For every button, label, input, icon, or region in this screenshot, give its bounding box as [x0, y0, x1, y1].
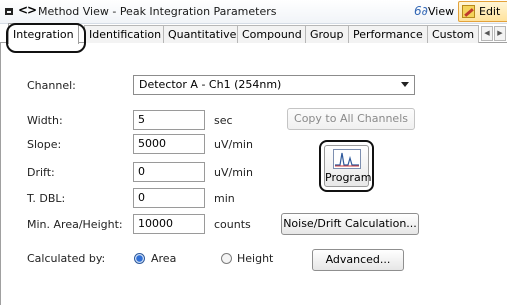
- tab-performance[interactable]: Performance: [348, 25, 428, 43]
- width-label: Width:: [27, 114, 63, 127]
- code-arrows-icon[interactable]: <>: [18, 3, 37, 17]
- area-radio[interactable]: [134, 253, 145, 264]
- tab-scroll-right-icon[interactable]: ▶: [494, 26, 506, 41]
- edit-pencil-icon: [462, 5, 475, 18]
- title-bar: <> Method View - Peak Integration Parame…: [0, 0, 507, 24]
- area-radio-label[interactable]: Area: [151, 252, 176, 265]
- chevron-down-icon: [401, 82, 409, 87]
- noise-drift-calculation-button[interactable]: Noise/Drift Calculation...: [281, 213, 419, 235]
- height-radio[interactable]: [221, 253, 232, 264]
- edit-button[interactable]: Edit: [458, 1, 507, 22]
- copy-to-all-channels-button[interactable]: Copy to All Channels: [287, 108, 415, 130]
- width-unit: sec: [214, 114, 233, 127]
- channel-select[interactable]: Detector A - Ch1 (254nm): [133, 75, 415, 95]
- advanced-button[interactable]: Advanced...: [312, 249, 404, 271]
- program-button-highlight: Program: [319, 140, 374, 192]
- edit-label: Edit: [479, 5, 501, 18]
- height-radio-label[interactable]: Height: [237, 252, 273, 265]
- view-glasses-icon[interactable]: 6∂: [414, 4, 428, 18]
- tdbl-input[interactable]: 0: [133, 188, 205, 208]
- slope-unit: uV/min: [214, 138, 253, 151]
- program-label: Program: [325, 171, 372, 184]
- method-view-window: <> Method View - Peak Integration Parame…: [0, 0, 507, 305]
- tab-integration[interactable]: Integration: [8, 23, 79, 44]
- drift-label: Drift:: [27, 166, 55, 179]
- channel-label: Channel:: [27, 79, 76, 92]
- min-area-label: Min. Area/Height:: [27, 218, 123, 231]
- slope-label: Slope:: [27, 138, 62, 151]
- tab-compound[interactable]: Compound: [237, 25, 307, 43]
- tdbl-label: T. DBL:: [27, 192, 66, 205]
- tab-identification[interactable]: Identification: [84, 25, 167, 43]
- view-button[interactable]: View: [428, 5, 454, 18]
- window-title: Method View - Peak Integration Parameter…: [38, 5, 277, 18]
- tdbl-unit: min: [214, 192, 235, 205]
- chromatogram-icon: [333, 149, 361, 169]
- window-icon: [5, 8, 13, 15]
- width-input[interactable]: 5: [133, 110, 205, 130]
- calculated-by-label: Calculated by:: [27, 252, 106, 265]
- channel-value: Detector A - Ch1 (254nm): [139, 78, 282, 91]
- tab-group[interactable]: Group: [305, 25, 349, 43]
- drift-unit: uV/min: [214, 166, 253, 179]
- tab-quantitative[interactable]: Quantitative: [163, 25, 242, 43]
- program-button[interactable]: Program: [324, 145, 372, 187]
- min-area-input[interactable]: 10000: [133, 214, 205, 234]
- drift-input[interactable]: 0: [133, 162, 205, 182]
- tab-scroll-left-icon[interactable]: ◀: [481, 26, 493, 41]
- min-area-unit: counts: [214, 218, 251, 231]
- slope-input[interactable]: 5000: [133, 134, 205, 154]
- tab-custom[interactable]: Custom: [427, 25, 480, 43]
